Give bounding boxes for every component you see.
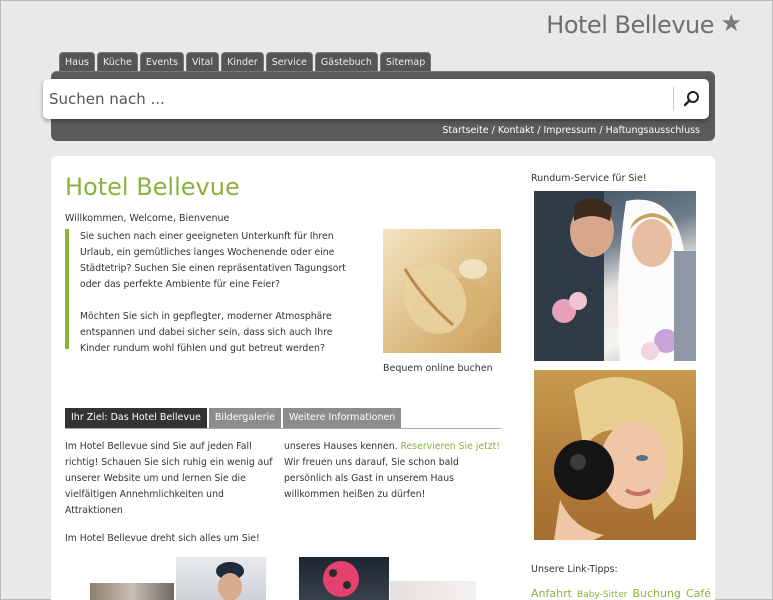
- main-nav-tabs: Haus Küche Events Vital Kinder Service G…: [59, 52, 432, 72]
- gallery-photo[interactable]: [176, 557, 266, 600]
- nav-tab-kinder[interactable]: Kinder: [221, 52, 264, 72]
- wedding-couple-image: [534, 191, 696, 361]
- nav-tab-gaestebuch[interactable]: Gästebuch: [314, 52, 378, 72]
- nav-tab-sitemap[interactable]: Sitemap: [379, 52, 432, 72]
- image-caption[interactable]: Bequem online buchen: [383, 363, 493, 374]
- gallery-photo[interactable]: [390, 581, 476, 600]
- util-link-impressum[interactable]: Impressum: [544, 125, 597, 136]
- woman-mirror-photo[interactable]: [534, 370, 696, 540]
- content-paragraph-1: Im Hotel Bellevue sind Sie auf jeden Fal…: [65, 441, 273, 516]
- intro-paragraph-1: Sie suchen nach einer geeigneten Unterku…: [80, 231, 346, 290]
- nav-tab-events[interactable]: Events: [139, 52, 184, 72]
- content-tab-bildergalerie[interactable]: Bildergalerie: [208, 408, 282, 428]
- link-tip-buchung[interactable]: Buchung: [632, 587, 680, 600]
- util-link-haftungsausschluss[interactable]: Haftungsausschluss: [606, 125, 700, 136]
- site-brand[interactable]: Hotel Bellevue: [546, 11, 714, 39]
- nav-tab-haus[interactable]: Haus: [59, 52, 95, 72]
- search-button[interactable]: [681, 87, 703, 111]
- intro-text: Sie suchen nach einer geeigneten Unterku…: [65, 229, 365, 354]
- util-link-startseite[interactable]: Startseite: [442, 125, 488, 136]
- booking-image[interactable]: [383, 229, 501, 353]
- nav-tab-vital[interactable]: Vital: [185, 52, 220, 72]
- page-title: Hotel Bellevue: [65, 173, 240, 201]
- nav-tab-service[interactable]: Service: [265, 52, 313, 72]
- content-tabs: Ihr Ziel: Das Hotel Bellevue Bildergaler…: [65, 408, 501, 429]
- content-tab-ihr-ziel[interactable]: Ihr Ziel: Das Hotel Bellevue: [65, 408, 207, 428]
- ball-image: [323, 561, 359, 597]
- link-tip-cafe[interactable]: Café: [686, 587, 711, 600]
- computer-mouse-image: [403, 259, 493, 337]
- utility-links: Startseite / Kontakt / Impressum / Haftu…: [442, 125, 700, 136]
- gallery-photo[interactable]: [299, 557, 389, 600]
- gallery-photo[interactable]: [90, 583, 174, 600]
- util-separator: /: [488, 125, 498, 136]
- page-subtitle: Willkommen, Welcome, Bienvenue: [65, 213, 230, 224]
- link-tip-anfahrt[interactable]: Anfahrt: [531, 587, 572, 600]
- link-tip-baby-sitter[interactable]: Baby-Sitter: [577, 590, 627, 600]
- search-divider: [673, 87, 674, 111]
- star-icon[interactable]: ★: [720, 9, 742, 37]
- wedding-photo[interactable]: [534, 191, 696, 361]
- content-text-pre: unseres Hauses kennen.: [284, 441, 401, 452]
- reserve-now-link[interactable]: Reservieren Sie jetzt!: [401, 441, 501, 452]
- content-tab-weitere-informationen[interactable]: Weitere Informationen: [283, 408, 402, 428]
- util-separator: /: [596, 125, 606, 136]
- util-link-kontakt[interactable]: Kontakt: [498, 125, 534, 136]
- search-input[interactable]: [49, 85, 669, 113]
- woman-with-mirror-image: [554, 377, 683, 540]
- sidebar-title: Rundum-Service für Sie!: [531, 173, 647, 184]
- intro-paragraph-2: Möchten Sie sich in gepflegter, moderner…: [80, 311, 333, 354]
- link-tips-title: Unsere Link-Tipps:: [531, 564, 618, 575]
- content-column-right: unseres Hauses kennen. Reservieren Sie j…: [284, 439, 501, 503]
- search-box: [43, 79, 709, 119]
- content-column-left: Im Hotel Bellevue sind Sie auf jeden Fal…: [65, 439, 275, 559]
- nav-tab-kueche[interactable]: Küche: [96, 52, 138, 72]
- content-text-post: Wir freuen uns darauf, Sie schon bald pe…: [284, 457, 459, 500]
- content-paragraph-2: Im Hotel Bellevue dreht sich alles um Si…: [65, 533, 260, 544]
- util-separator: /: [534, 125, 544, 136]
- search-icon: [683, 91, 699, 107]
- link-tips: Anfahrt Baby-Sitter Buchung Café: [531, 582, 711, 600]
- man-in-cap-image: [216, 562, 244, 600]
